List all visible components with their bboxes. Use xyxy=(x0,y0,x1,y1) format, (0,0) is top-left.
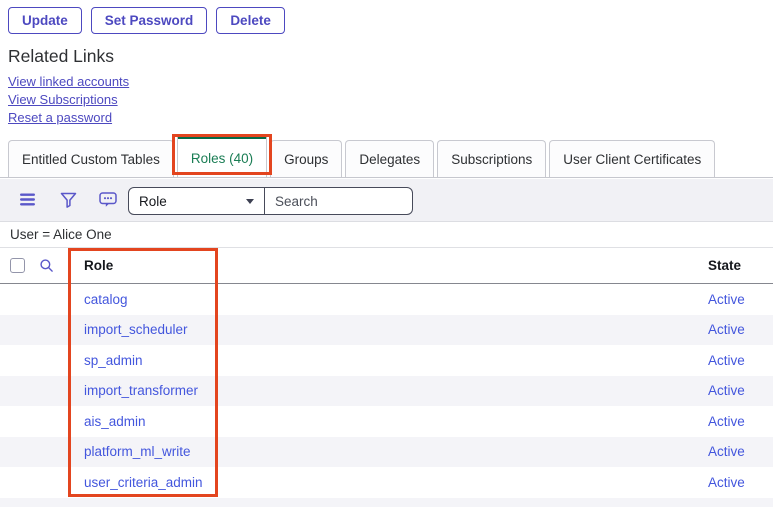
action-button-row: Update Set Password Delete xyxy=(8,7,285,34)
search-field-dropdown-value: Role xyxy=(139,194,167,209)
state-link[interactable]: Active xyxy=(708,322,745,337)
tab-groups[interactable]: Groups xyxy=(270,140,342,177)
role-link[interactable]: platform_ml_write xyxy=(84,444,191,459)
magnifier-icon[interactable] xyxy=(39,258,54,278)
state-link[interactable]: Active xyxy=(708,444,745,459)
user-record-page: Update Set Password Delete Related Links… xyxy=(0,0,773,507)
state-link[interactable]: Active xyxy=(708,292,745,307)
breadcrumb-text: User = Alice One xyxy=(10,227,112,242)
menu-icon[interactable] xyxy=(20,193,35,211)
search-controls: Role xyxy=(128,187,413,215)
tab-delegates[interactable]: Delegates xyxy=(345,140,434,177)
table-row[interactable]: import_transformer Active xyxy=(0,376,773,407)
role-link[interactable]: import_transformer xyxy=(84,383,198,398)
roles-table: Role State catalog Active import_schedul… xyxy=(0,248,773,507)
table-row[interactable]: sp_admin Active xyxy=(0,345,773,376)
update-button[interactable]: Update xyxy=(8,7,82,34)
view-linked-accounts-link[interactable]: View linked accounts xyxy=(8,74,129,89)
table-row[interactable]: ais_admin Active xyxy=(0,406,773,437)
role-link[interactable]: user_criteria_admin xyxy=(84,475,203,490)
table-row[interactable]: catalog Active xyxy=(0,284,773,315)
column-header-state[interactable]: State xyxy=(708,248,741,283)
tab-user-client-certificates[interactable]: User Client Certificates xyxy=(549,140,715,177)
state-link[interactable]: Active xyxy=(708,353,745,368)
filter-icon[interactable] xyxy=(60,192,77,213)
state-link[interactable]: Active xyxy=(708,475,745,490)
tab-roles[interactable]: Roles (40) xyxy=(177,134,267,177)
related-links-list: View linked accounts View Subscriptions … xyxy=(8,74,129,125)
role-link[interactable]: ais_admin xyxy=(84,414,146,429)
comment-bubble-icon[interactable] xyxy=(99,192,117,213)
related-list-tabs: Entitled Custom Tables Roles (40) Groups… xyxy=(0,132,773,178)
list-toolbar: Role xyxy=(0,179,773,222)
table-row[interactable]: platform_ml_write Active xyxy=(0,437,773,468)
search-field-dropdown[interactable]: Role xyxy=(128,187,265,215)
role-link[interactable]: catalog xyxy=(84,292,128,307)
chevron-down-icon xyxy=(246,199,254,204)
table-row-partial xyxy=(0,498,773,507)
state-link[interactable]: Active xyxy=(708,414,745,429)
tab-subscriptions[interactable]: Subscriptions xyxy=(437,140,546,177)
related-links-heading: Related Links xyxy=(8,46,114,67)
list-filter-breadcrumb[interactable]: User = Alice One xyxy=(0,222,773,248)
table-row[interactable]: import_scheduler Active xyxy=(0,315,773,346)
tab-roles-label: Roles (40) xyxy=(191,151,253,166)
table-row[interactable]: user_criteria_admin Active xyxy=(0,467,773,498)
delete-button[interactable]: Delete xyxy=(216,7,285,34)
reset-a-password-link[interactable]: Reset a password xyxy=(8,110,129,125)
column-header-role[interactable]: Role xyxy=(84,248,113,283)
select-all-checkbox[interactable] xyxy=(10,258,25,273)
tab-entitled-custom-tables[interactable]: Entitled Custom Tables xyxy=(8,140,174,177)
role-link[interactable]: import_scheduler xyxy=(84,322,188,337)
search-input[interactable] xyxy=(265,187,413,215)
state-link[interactable]: Active xyxy=(708,383,745,398)
role-link[interactable]: sp_admin xyxy=(84,353,143,368)
view-subscriptions-link[interactable]: View Subscriptions xyxy=(8,92,129,107)
set-password-button[interactable]: Set Password xyxy=(91,7,208,34)
table-header-row: Role State xyxy=(0,248,773,284)
